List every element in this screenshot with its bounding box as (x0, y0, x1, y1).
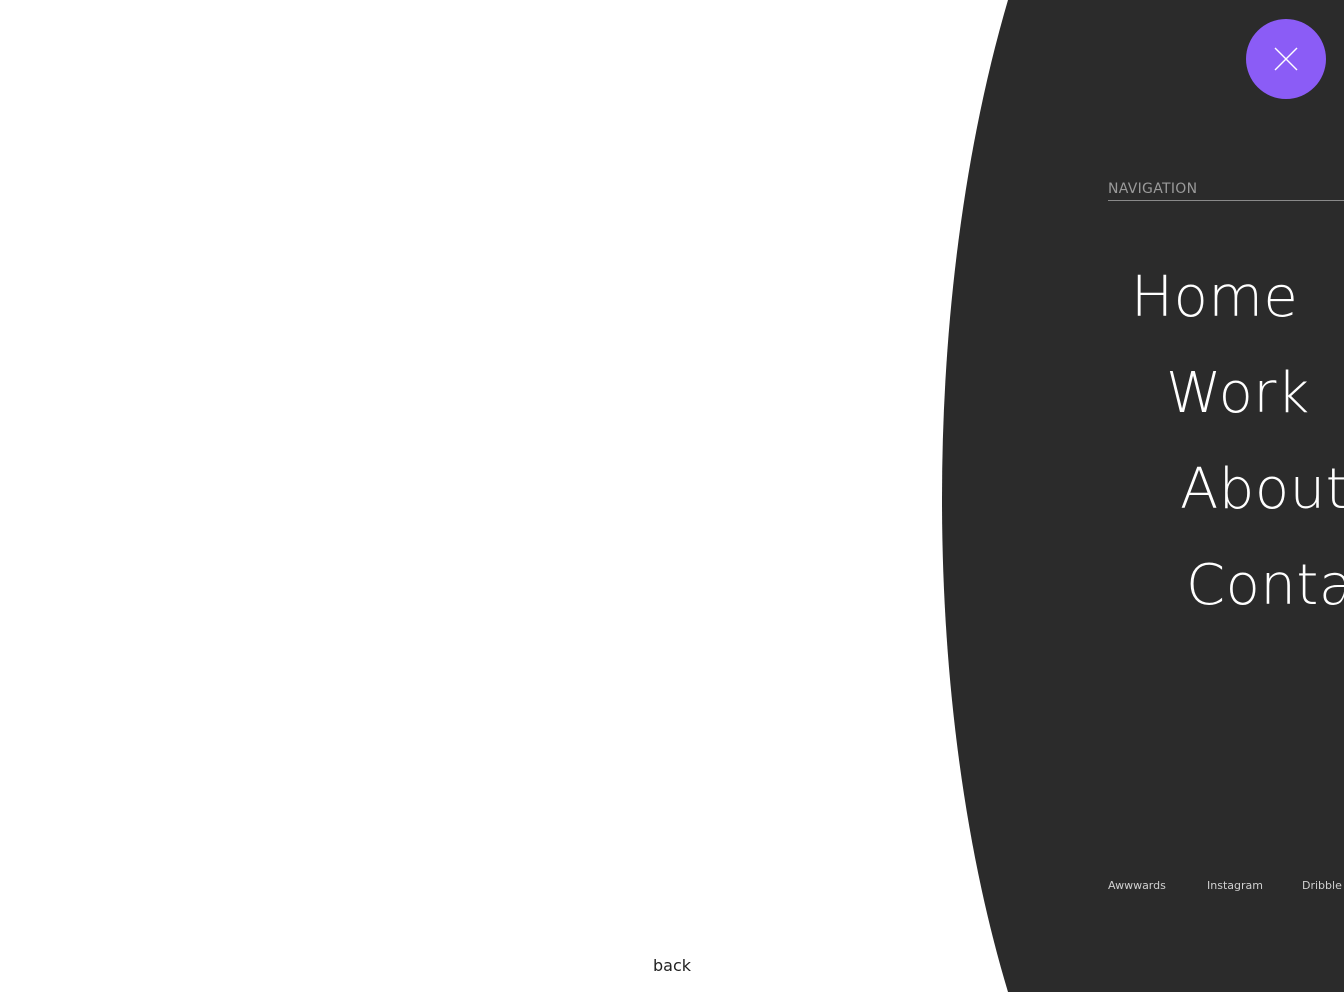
nav-item-contact[interactable]: Contact (1186, 558, 1344, 614)
nav-item-home[interactable]: Home (1131, 270, 1298, 326)
close-icon (1274, 47, 1298, 71)
close-menu-button[interactable] (1246, 19, 1326, 99)
social-link-instagram[interactable]: Instagram (1207, 879, 1263, 892)
page: back NAVIGATION Home Work About Contact … (0, 0, 1344, 992)
social-link-awwwards[interactable]: Awwwards (1108, 879, 1166, 892)
navigation-menu-panel (0, 0, 1344, 992)
navigation-heading: NAVIGATION (1108, 181, 1344, 201)
social-link-dribble[interactable]: Dribble (1302, 879, 1342, 892)
nav-item-work[interactable]: Work (1166, 366, 1310, 422)
back-link[interactable]: back (0, 956, 1344, 975)
nav-item-about[interactable]: About (1180, 462, 1344, 518)
menu-curved-background (942, 0, 1344, 992)
